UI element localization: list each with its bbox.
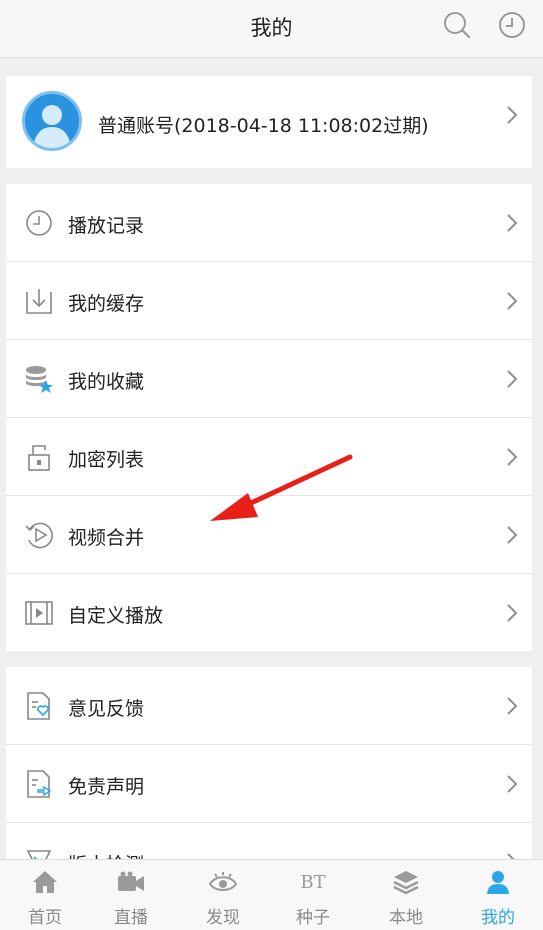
tab-label: 直播	[114, 908, 148, 928]
history-clock-icon[interactable]	[497, 10, 527, 40]
film-strip-icon	[25, 601, 53, 625]
bt-icon: BT	[298, 869, 328, 895]
menu-item-play-history[interactable]: 播放记录	[6, 184, 532, 262]
chevron-right-icon	[507, 604, 518, 622]
tab-local[interactable]: 本地	[361, 860, 451, 930]
video-camera-icon	[116, 869, 146, 895]
download-tray-icon	[26, 289, 52, 314]
tab-label: 发现	[206, 908, 240, 928]
menu-item-label: 我的缓存	[68, 293, 145, 315]
disclaimer-doc-icon	[27, 770, 52, 798]
video-merge-icon	[25, 522, 53, 549]
user-icon	[483, 869, 513, 895]
menu-item-my-favorites[interactable]: 我的收藏	[6, 340, 532, 418]
menu-item-label: 意见反馈	[68, 698, 145, 720]
user-silhouette-icon	[33, 105, 71, 148]
bt-icon-text: BT	[300, 871, 326, 893]
menu-item-disclaimer[interactable]: 免责声明	[6, 745, 532, 823]
avatar	[22, 91, 82, 151]
search-icon[interactable]	[442, 10, 472, 40]
tab-label: 我的	[481, 908, 515, 928]
menu-group-media: 播放记录 我的缓存 我的收藏 加密列表 视频合并 自定义播放	[6, 184, 532, 651]
menu-item-encrypted-list[interactable]: 加密列表	[6, 418, 532, 496]
menu-item-label: 自定义播放	[68, 605, 164, 627]
menu-item-label: 视频合并	[68, 527, 145, 549]
menu-item-label: 播放记录	[68, 215, 145, 237]
chevron-right-icon	[507, 370, 518, 388]
bottom-tab-bar: 首页 直播 发现 BT 种子 本地 我的	[0, 859, 543, 930]
menu-item-label: 免责声明	[68, 776, 145, 798]
tab-label: 首页	[28, 908, 62, 928]
history-clock-icon	[26, 210, 52, 236]
tab-discover[interactable]: 发现	[178, 860, 268, 930]
lock-folder-icon	[28, 445, 50, 471]
top-bar: 我的	[0, 0, 543, 58]
chevron-right-icon	[507, 214, 518, 232]
menu-item-label: 加密列表	[68, 449, 145, 471]
tab-mine[interactable]: 我的	[453, 860, 543, 930]
menu-item-feedback[interactable]: 意见反馈	[6, 667, 532, 745]
tab-torrent[interactable]: BT 种子	[268, 860, 358, 930]
account-status: 普通账号(2018-04-18 11:08:02过期)	[98, 115, 429, 137]
chevron-right-icon	[507, 697, 518, 715]
tab-label: 本地	[389, 908, 423, 928]
tab-live[interactable]: 直播	[86, 860, 176, 930]
menu-item-custom-play[interactable]: 自定义播放	[6, 574, 532, 652]
menu-item-label: 我的收藏	[68, 371, 145, 393]
home-icon	[30, 869, 60, 895]
chevron-right-icon	[507, 106, 518, 124]
chevron-right-icon	[507, 448, 518, 466]
chevron-right-icon	[507, 775, 518, 793]
menu-group-about: 意见反馈 免责声明 版本检测	[6, 667, 532, 867]
layers-icon	[391, 869, 421, 895]
eye-icon	[208, 869, 238, 895]
menu-item-video-merge[interactable]: 视频合并	[6, 496, 532, 574]
tab-home[interactable]: 首页	[0, 860, 90, 930]
feedback-doc-heart-icon	[27, 692, 50, 720]
tab-label: 种子	[296, 908, 330, 928]
menu-item-my-cache[interactable]: 我的缓存	[6, 262, 532, 340]
account-row[interactable]: 普通账号(2018-04-18 11:08:02过期)	[6, 76, 532, 168]
chevron-right-icon	[507, 526, 518, 544]
chevron-right-icon	[507, 292, 518, 310]
favorites-database-star-icon	[26, 366, 53, 393]
